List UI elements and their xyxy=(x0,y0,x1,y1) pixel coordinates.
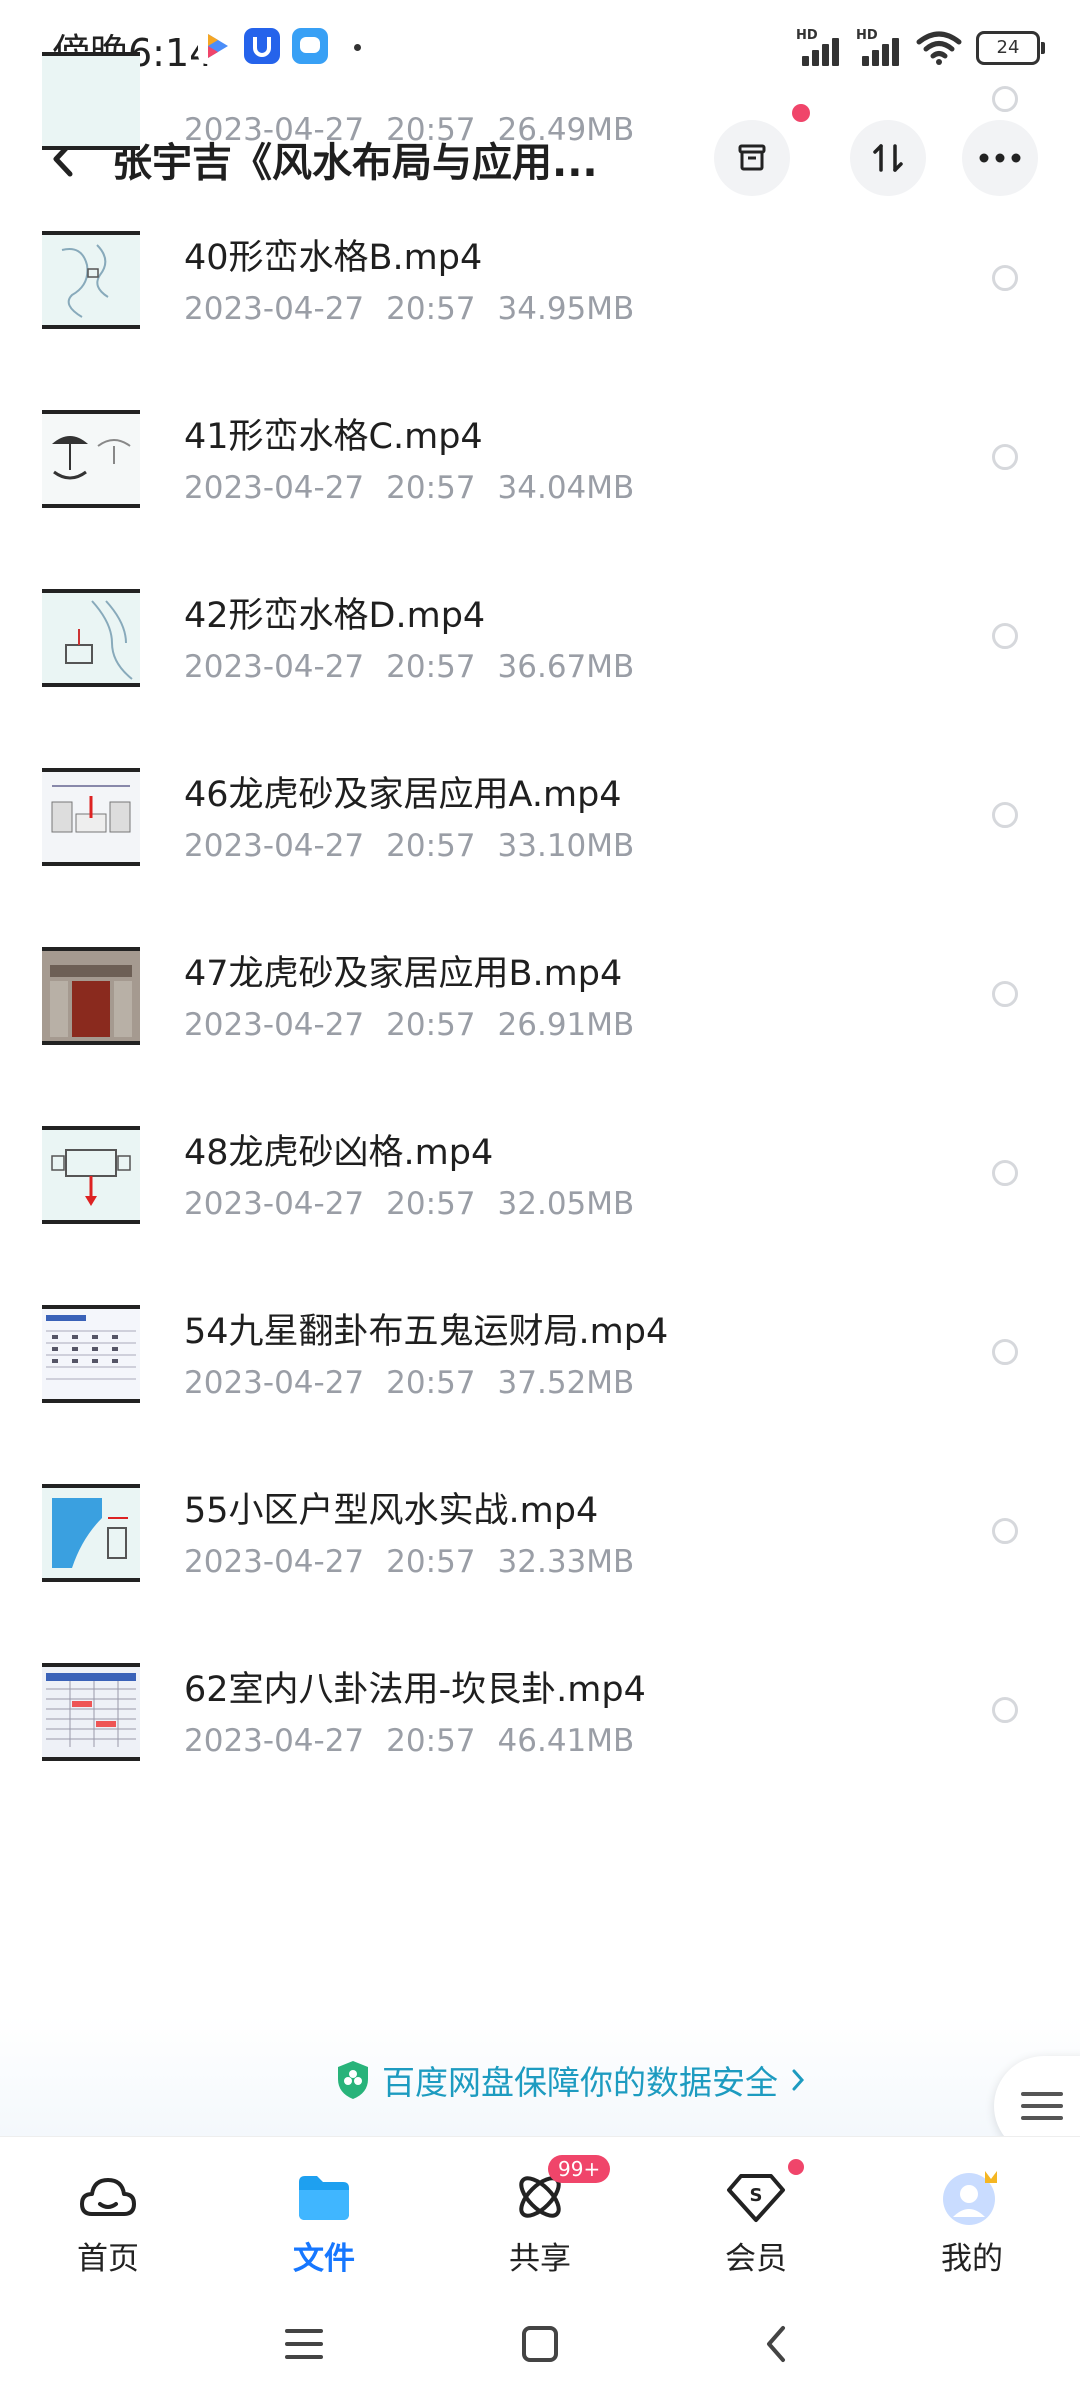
file-meta: 2023-04-27 20:57 32.33MB xyxy=(184,1544,635,1580)
select-radio[interactable] xyxy=(992,1697,1018,1723)
home-button[interactable] xyxy=(516,2320,564,2368)
video-thumbnail xyxy=(42,1126,140,1224)
nav-vip-label: 会员 xyxy=(725,2241,787,2277)
nav-me-label: 我的 xyxy=(941,2241,1003,2277)
file-row[interactable]: 2023-04-27 20:57 26.49MB xyxy=(0,30,1080,209)
chevron-right-icon xyxy=(792,2069,805,2091)
file-meta: 2023-04-27 20:57 37.52MB xyxy=(184,1365,635,1401)
nav-me[interactable]: 我的 xyxy=(902,2167,1042,2277)
select-radio[interactable] xyxy=(992,265,1018,291)
hamburger-icon xyxy=(1021,2092,1063,2120)
select-radio[interactable] xyxy=(992,86,1018,112)
security-banner[interactable]: 百度网盘保障你的数据安全 xyxy=(0,2016,1080,2136)
nav-home-label: 首页 xyxy=(77,2241,139,2277)
vip-notification-dot xyxy=(788,2159,804,2175)
file-row[interactable]: 46龙虎砂及家居应用A.mp4 2023-04-27 20:57 33.10MB xyxy=(0,746,1080,925)
file-meta: 2023-04-27 20:57 46.41MB xyxy=(184,1723,635,1759)
file-row[interactable]: 42形峦水格D.mp4 2023-04-27 20:57 36.67MB xyxy=(0,567,1080,746)
file-row[interactable]: 48龙虎砂凶格.mp4 2023-04-27 20:57 32.05MB xyxy=(0,1104,1080,1283)
system-back-button[interactable] xyxy=(752,2320,800,2368)
file-name: 47龙虎砂及家居应用B.mp4 xyxy=(184,954,623,994)
file-meta: 2023-04-27 20:57 32.05MB xyxy=(184,1186,635,1222)
nav-home[interactable]: 首页 xyxy=(38,2167,178,2277)
video-thumbnail xyxy=(42,589,140,687)
avatar-icon xyxy=(943,2171,997,2225)
file-meta: 2023-04-27 20:57 26.49MB xyxy=(184,112,635,148)
file-row[interactable]: 47龙虎砂及家居应用B.mp4 2023-04-27 20:57 26.91MB xyxy=(0,925,1080,1104)
nav-files[interactable]: 文件 xyxy=(254,2167,394,2277)
menu-lines-icon xyxy=(285,2329,323,2359)
banner-text: 百度网盘保障你的数据安全 xyxy=(382,2063,778,2102)
select-radio[interactable] xyxy=(992,981,1018,1007)
folder-icon xyxy=(299,2176,349,2220)
file-name: 42形峦水格D.mp4 xyxy=(184,596,486,636)
file-name: 62室内八卦法用-坎艮卦.mp4 xyxy=(184,1670,646,1710)
file-list: 2023-04-27 20:57 26.49MB 40形峦水格B.mp4 2023-… xyxy=(0,52,1080,1820)
nav-vip[interactable]: S 会员 xyxy=(686,2159,826,2277)
file-name: 41形峦水格C.mp4 xyxy=(184,417,483,457)
select-radio[interactable] xyxy=(992,1160,1018,1186)
svg-text:S: S xyxy=(750,2185,763,2206)
file-meta: 2023-04-27 20:57 33.10MB xyxy=(184,828,635,864)
video-thumbnail xyxy=(42,768,140,866)
file-row[interactable]: 62室内八卦法用-坎艮卦.mp4 2023-04-27 20:57 46.41MB xyxy=(0,1641,1080,1820)
select-radio[interactable] xyxy=(992,623,1018,649)
file-name: 54九星翻卦布五鬼运财局.mp4 xyxy=(184,1312,669,1352)
bottom-navigation: 首页 文件 99+ 共享 S 会员 我的 xyxy=(0,2136,1080,2287)
file-row[interactable]: 40形峦水格B.mp4 2023-04-27 20:57 34.95MB xyxy=(0,209,1080,388)
select-radio[interactable] xyxy=(992,802,1018,828)
file-meta: 2023-04-27 20:57 36.67MB xyxy=(184,649,635,685)
file-row[interactable]: 41形峦水格C.mp4 2023-04-27 20:57 34.04MB xyxy=(0,388,1080,567)
select-radio[interactable] xyxy=(992,1339,1018,1365)
file-meta: 2023-04-27 20:57 34.04MB xyxy=(184,470,635,506)
file-name: 40形峦水格B.mp4 xyxy=(184,238,483,278)
file-row[interactable]: 54九星翻卦布五鬼运财局.mp4 2023-04-27 20:57 37.52MB xyxy=(0,1283,1080,1462)
recent-apps-button[interactable] xyxy=(280,2320,328,2368)
square-icon xyxy=(522,2326,558,2362)
system-navigation xyxy=(0,2286,1080,2400)
shield-icon xyxy=(338,2061,368,2099)
nav-share[interactable]: 99+ 共享 xyxy=(470,2155,611,2277)
file-name: 46龙虎砂及家居应用A.mp4 xyxy=(184,775,622,815)
cloud-icon xyxy=(80,2178,136,2216)
select-radio[interactable] xyxy=(992,444,1018,470)
nav-share-label: 共享 xyxy=(509,2241,571,2277)
video-thumbnail xyxy=(42,947,140,1045)
nav-files-label: 文件 xyxy=(293,2241,355,2277)
file-name: 55小区户型风水实战.mp4 xyxy=(184,1491,599,1531)
back-chevron-icon xyxy=(767,2326,785,2362)
video-thumbnail xyxy=(42,1484,140,1582)
file-name: 48龙虎砂凶格.mp4 xyxy=(184,1133,494,1173)
select-radio[interactable] xyxy=(992,1518,1018,1544)
video-thumbnail xyxy=(42,231,140,329)
vip-icon: S xyxy=(727,2174,785,2222)
video-thumbnail xyxy=(42,1305,140,1403)
file-row[interactable]: 55小区户型风水实战.mp4 2023-04-27 20:57 32.33MB xyxy=(0,1462,1080,1641)
file-meta: 2023-04-27 20:57 34.95MB xyxy=(184,291,635,327)
file-meta: 2023-04-27 20:57 26.91MB xyxy=(184,1007,635,1043)
video-thumbnail xyxy=(42,52,140,150)
share-badge: 99+ xyxy=(548,2155,611,2183)
video-thumbnail xyxy=(42,410,140,508)
video-thumbnail xyxy=(42,1663,140,1761)
